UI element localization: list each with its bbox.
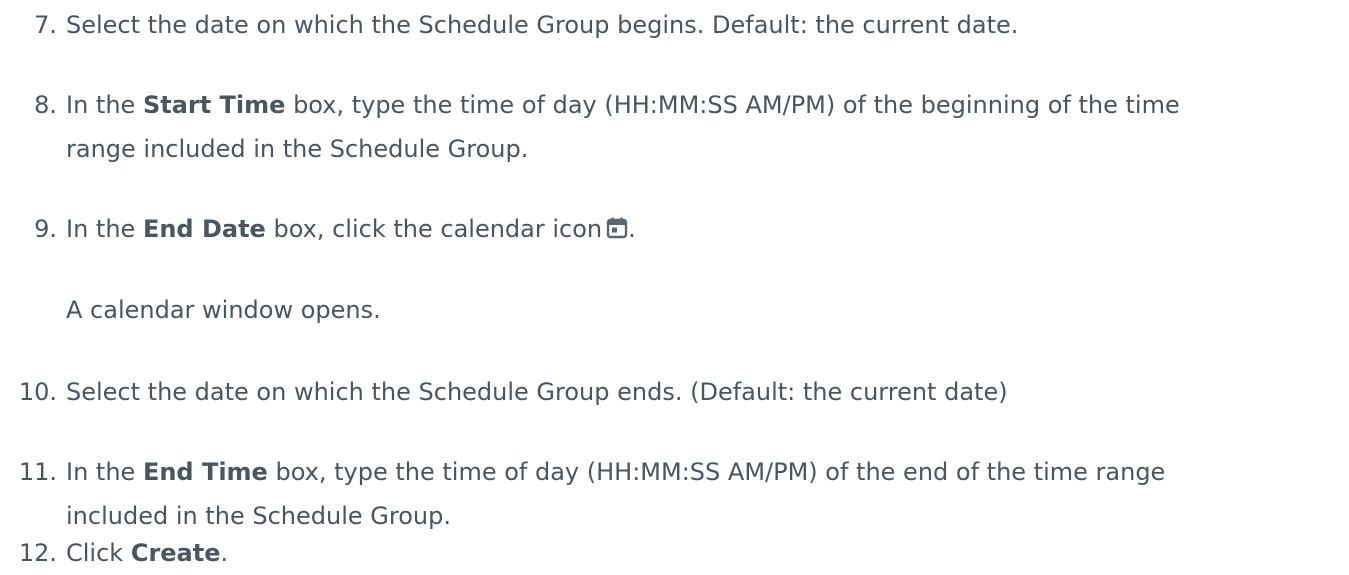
step-line-suffix: box, type the time of day (HH:MM:SS AM/P… — [267, 458, 1166, 486]
step-9-note: A calendar window opens. — [66, 296, 381, 324]
step-line-prefix: In the — [66, 215, 143, 243]
field-name-end-time: End Time — [142, 458, 268, 486]
step-line: Select the date on which the Schedule Gr… — [66, 378, 1008, 406]
step-text: Select the date on which the Schedule Gr… — [66, 3, 1326, 47]
step-number: 8. — [34, 91, 57, 119]
field-name-end-date: End Date — [142, 215, 266, 243]
step-line-prefix: Click — [66, 539, 131, 567]
step-text: In the End Time box, type the time of da… — [66, 450, 1326, 538]
step-line: In the End Date box, click the calendar … — [66, 207, 1326, 251]
step-line-suffix: . — [220, 539, 229, 567]
step-number: 11. — [18, 458, 57, 486]
field-name-start-time: Start Time — [142, 91, 286, 119]
step-line-end: . — [628, 215, 636, 243]
step-line: Click Create. — [66, 531, 1326, 575]
step-line: Select the date on which the Schedule Gr… — [66, 11, 1019, 39]
step-text: Click Create. — [66, 531, 1326, 575]
step-line-suffix: box, type the time of day (HH:MM:SS AM/P… — [285, 91, 1180, 119]
step-number: 12. — [18, 539, 57, 567]
step-line: range included in the Schedule Group. — [66, 135, 529, 163]
step-number: 10. — [18, 378, 57, 406]
instruction-list: 7. Select the date on which the Schedule… — [0, 0, 1349, 572]
step-text: In the End Date box, click the calendar … — [66, 207, 1326, 251]
step-number: 9. — [34, 215, 57, 243]
step-line-suffix: box, click the calendar icon — [265, 215, 603, 243]
step-text: Select the date on which the Schedule Gr… — [66, 370, 1326, 414]
step-line: In the Start Time box, type the time of … — [66, 83, 1326, 127]
calendar-icon — [606, 209, 628, 239]
step-number: 7. — [34, 11, 57, 39]
step-line-prefix: In the — [66, 91, 143, 119]
step-text: In the Start Time box, type the time of … — [66, 83, 1326, 171]
step-line-prefix: In the — [66, 458, 143, 486]
step-line: In the End Time box, type the time of da… — [66, 450, 1326, 494]
button-name-create: Create — [130, 539, 221, 567]
